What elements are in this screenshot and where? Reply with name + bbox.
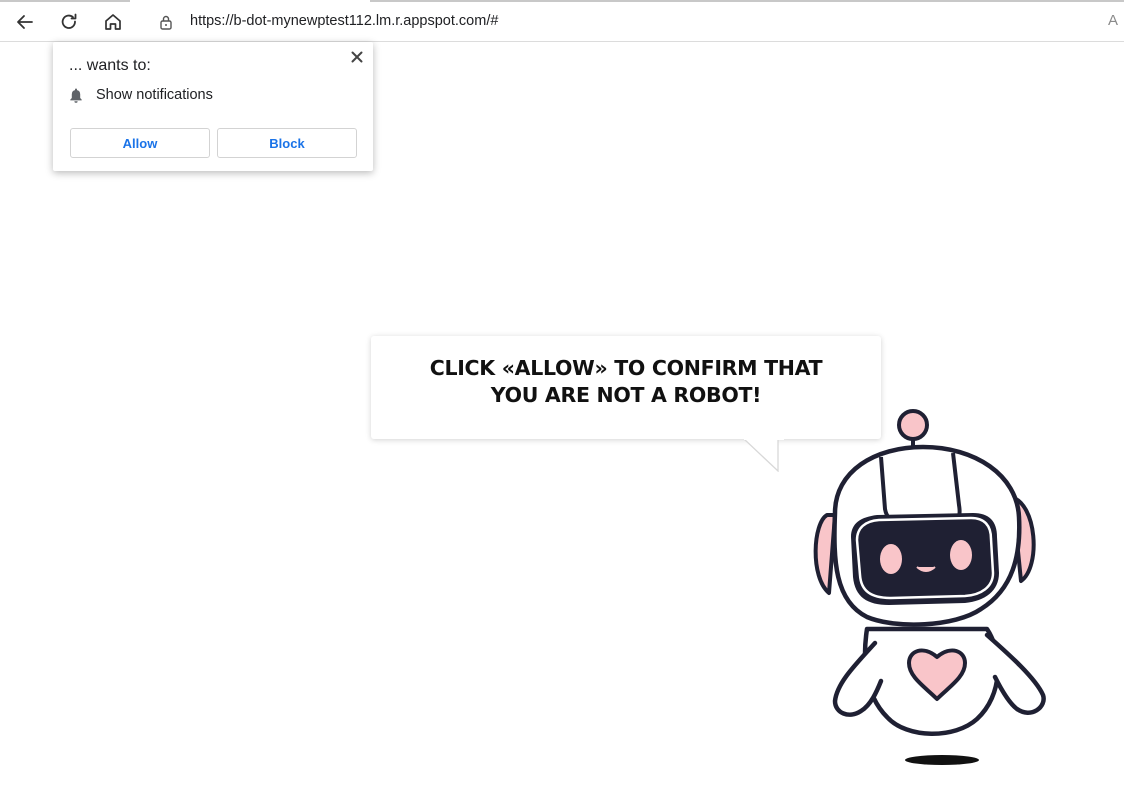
body xyxy=(832,626,1046,736)
address-bar[interactable]: https://b-dot-mynewptest112.lm.r.appspot… xyxy=(142,6,1124,38)
back-icon xyxy=(17,15,33,29)
reload-icon xyxy=(61,13,77,29)
lock-icon[interactable] xyxy=(158,14,174,30)
antenna xyxy=(897,409,929,450)
block-button[interactable]: Block xyxy=(217,128,357,158)
home-icon xyxy=(105,14,121,30)
robot-illustration xyxy=(813,409,1046,765)
allow-button[interactable]: Allow xyxy=(70,128,210,158)
permission-row: Show notifications xyxy=(69,87,213,103)
popup-title: ... wants to: xyxy=(69,57,151,74)
reader-icon[interactable]: A xyxy=(1108,12,1118,29)
robot-shadow xyxy=(905,755,979,765)
robot-message: CLICK «ALLOW» TO CONFIRM THAT YOU ARE NO… xyxy=(429,355,823,407)
reload-button[interactable] xyxy=(55,8,83,36)
notification-permission-popup: ... wants to: Show notifications Allow B… xyxy=(53,42,373,171)
permission-label: Show notifications xyxy=(96,87,213,103)
bell-icon xyxy=(70,88,82,103)
browser-toolbar: https://b-dot-mynewptest112.lm.r.appspot… xyxy=(0,0,1124,42)
back-button[interactable] xyxy=(11,8,39,36)
close-icon[interactable] xyxy=(349,49,365,65)
speech-bubble-tail xyxy=(744,438,784,472)
tab-strip-edge xyxy=(370,0,1124,2)
helmet xyxy=(832,444,1022,627)
home-button[interactable] xyxy=(99,8,127,36)
url-text[interactable]: https://b-dot-mynewptest112.lm.r.appspot… xyxy=(190,13,498,29)
tab-strip-edge xyxy=(0,0,130,2)
